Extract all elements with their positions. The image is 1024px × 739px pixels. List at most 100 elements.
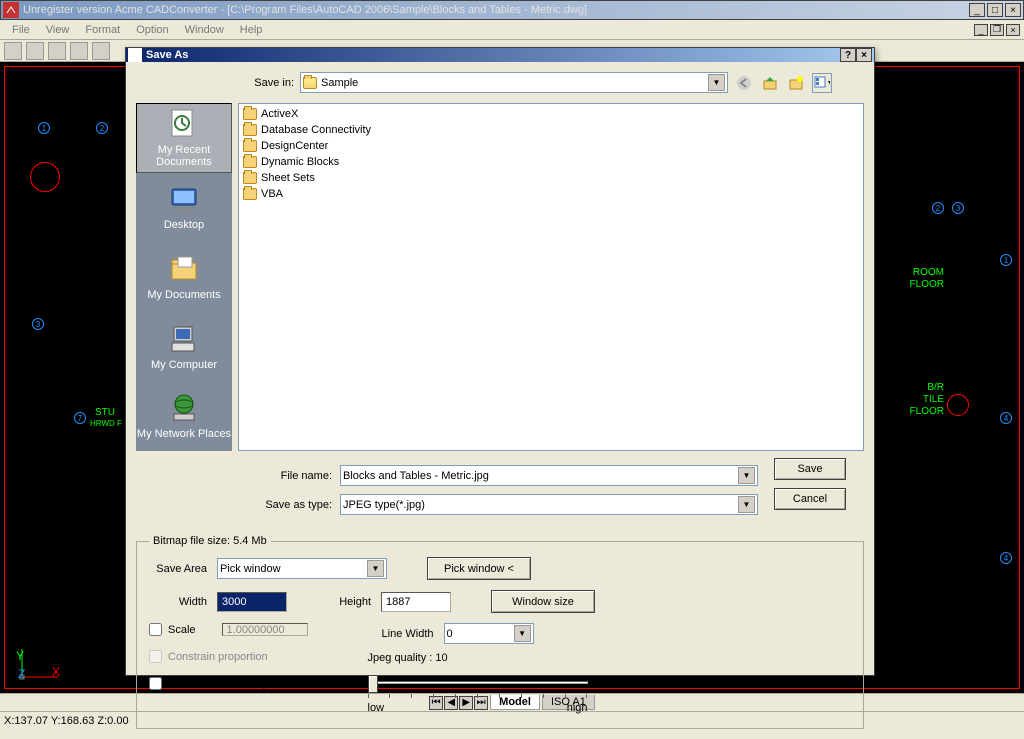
up-one-level-icon[interactable]: [760, 73, 780, 93]
dialog-help-button[interactable]: ?: [840, 48, 856, 62]
list-item[interactable]: ActiveX: [241, 106, 861, 122]
include-mask-checkbox-input[interactable]: [149, 677, 162, 690]
dialog-title: Save As: [144, 49, 840, 61]
cad-label-floor2: FLOOR: [910, 406, 944, 417]
place-recent-label: My Recent Documents: [137, 144, 231, 168]
list-item[interactable]: VBA: [241, 186, 861, 202]
cad-label-br: B/R: [927, 382, 944, 393]
app-icon: [3, 2, 19, 18]
save-as-dialog: Save As ? × Save in: Sample ▼ My Rece: [125, 47, 875, 676]
scale-checkbox[interactable]: Scale: [149, 623, 308, 636]
include-mask-checkbox[interactable]: Include mask bitmap: [149, 677, 308, 690]
recent-documents-icon: [168, 108, 200, 140]
savearea-combo[interactable]: Pick window ▼: [217, 558, 387, 579]
filename-dropdown-button[interactable]: ▼: [738, 467, 755, 484]
bitmap-options-group: Bitmap file size: 5.4 Mb Save Area Pick …: [136, 535, 864, 729]
view-menu-icon[interactable]: [812, 73, 832, 93]
linewidth-combo[interactable]: 0 ▼: [444, 623, 534, 644]
place-network[interactable]: My Network Places: [136, 381, 232, 451]
menu-option[interactable]: Option: [128, 22, 176, 38]
place-mydocs[interactable]: My Documents: [136, 242, 232, 312]
tool-copy-icon[interactable]: [70, 42, 88, 60]
menu-view[interactable]: View: [38, 22, 78, 38]
savein-label: Save in:: [244, 77, 294, 89]
list-item[interactable]: Dynamic Blocks: [241, 154, 861, 170]
network-places-icon: [168, 392, 200, 424]
savein-combo[interactable]: Sample ▼: [300, 72, 728, 93]
cad-label-floor: FLOOR: [910, 279, 944, 290]
window-size-button[interactable]: Window size: [491, 590, 595, 613]
cancel-button[interactable]: Cancel: [774, 488, 846, 510]
height-input[interactable]: [381, 592, 451, 612]
pick-window-button[interactable]: Pick window <: [427, 557, 531, 580]
slider-thumb[interactable]: [368, 675, 378, 693]
bitmap-legend: Bitmap file size: 5.4 Mb: [149, 535, 271, 547]
filename-value: Blocks and Tables - Metric.jpg: [343, 470, 489, 482]
folder-icon: [243, 124, 257, 136]
app-title: Unregister version Acme CADConverter - […: [23, 4, 969, 16]
place-desktop[interactable]: Desktop: [136, 173, 232, 243]
list-item-label: Database Connectivity: [261, 124, 371, 136]
minimize-button[interactable]: _: [969, 3, 985, 17]
menu-format[interactable]: Format: [77, 22, 128, 38]
list-item[interactable]: Sheet Sets: [241, 170, 861, 186]
jpeg-quality-slider[interactable]: [368, 672, 588, 692]
menu-help[interactable]: Help: [232, 22, 271, 38]
tool-open-icon[interactable]: [4, 42, 22, 60]
app-titlebar: Unregister version Acme CADConverter - […: [0, 0, 1024, 20]
folder-icon: [243, 188, 257, 200]
cad-num-1b: 1: [1000, 254, 1012, 266]
include-mask-label: Include mask bitmap: [168, 678, 269, 690]
maximize-button[interactable]: □: [987, 3, 1003, 17]
saveastype-dropdown-button[interactable]: ▼: [738, 496, 755, 513]
back-icon[interactable]: [734, 73, 754, 93]
linewidth-dropdown-button[interactable]: ▼: [514, 625, 531, 642]
desktop-icon: [168, 183, 200, 215]
savearea-value: Pick window: [220, 563, 281, 575]
menu-file[interactable]: File: [4, 22, 38, 38]
menu-window[interactable]: Window: [177, 22, 232, 38]
cad-num-3b: 3: [32, 318, 44, 330]
place-recent[interactable]: My Recent Documents: [136, 103, 232, 173]
cad-circle2: [947, 394, 969, 416]
tool-more-icon[interactable]: [92, 42, 110, 60]
mdi-minimize-button[interactable]: _: [974, 24, 988, 36]
folder-open-icon: [303, 77, 317, 89]
place-mycomputer[interactable]: My Computer: [136, 312, 232, 382]
folder-icon: [243, 108, 257, 120]
tool-print-icon[interactable]: [48, 42, 66, 60]
place-network-label: My Network Places: [137, 428, 231, 440]
my-documents-icon: [168, 253, 200, 285]
file-listing[interactable]: ActiveX Database Connectivity DesignCent…: [238, 103, 864, 451]
constrain-checkbox-input: [149, 650, 162, 663]
new-folder-icon[interactable]: [786, 73, 806, 93]
cad-num-4b: 4: [1000, 552, 1012, 564]
axis-x-label: X: [52, 665, 60, 679]
saveastype-combo[interactable]: JPEG type(*.jpg) ▼: [340, 494, 758, 515]
cad-label-stu: STU: [95, 407, 115, 418]
list-item-label: VBA: [261, 188, 283, 200]
savearea-label: Save Area: [149, 563, 207, 575]
scale-checkbox-input[interactable]: [149, 623, 162, 636]
list-item-label: DesignCenter: [261, 140, 328, 152]
list-item[interactable]: DesignCenter: [241, 138, 861, 154]
place-mydocs-label: My Documents: [147, 289, 220, 301]
menubar: File View Format Option Window Help _ ❐ …: [0, 20, 1024, 40]
savearea-dropdown-button[interactable]: ▼: [367, 560, 384, 577]
places-bar: My Recent Documents Desktop My Documents…: [136, 103, 232, 451]
width-input[interactable]: [217, 592, 287, 612]
tool-save-icon[interactable]: [26, 42, 44, 60]
save-button[interactable]: Save: [774, 458, 846, 480]
scale-label: Scale: [168, 624, 196, 636]
mdi-restore-button[interactable]: ❐: [990, 24, 1004, 36]
mdi-close-button[interactable]: ×: [1006, 24, 1020, 36]
list-item[interactable]: Database Connectivity: [241, 122, 861, 138]
savein-dropdown-button[interactable]: ▼: [708, 74, 725, 91]
scale-input: [222, 623, 308, 636]
jpeg-quality-label: Jpeg quality : 10: [368, 652, 588, 664]
filename-combo[interactable]: Blocks and Tables - Metric.jpg ▼: [340, 465, 758, 486]
constrain-label: Constrain proportion: [168, 651, 268, 663]
dialog-close-button[interactable]: ×: [856, 48, 872, 62]
linewidth-value: 0: [447, 628, 453, 640]
close-button[interactable]: ×: [1005, 3, 1021, 17]
